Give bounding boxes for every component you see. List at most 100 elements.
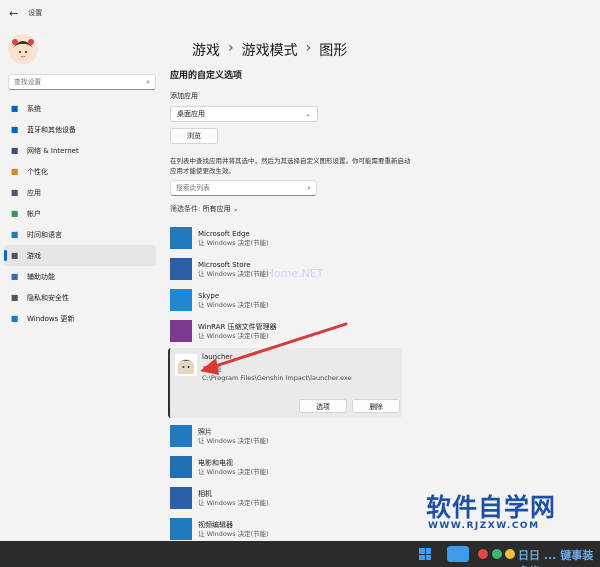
app-text: 视频编辑器让 Windows 决定(节能) <box>198 520 269 539</box>
sidebar-item-6[interactable]: ■ 时间和语言 <box>4 224 156 245</box>
launcher-icon <box>175 354 197 376</box>
bluetooth-icon: ■ <box>10 125 19 134</box>
breadcrumb: 游戏 › 游戏模式 › 图形 <box>192 40 347 60</box>
monitor-icon: ■ <box>10 104 19 113</box>
options-button[interactable]: 选项 <box>299 399 347 413</box>
section-title: 应用的自定义选项 <box>170 71 243 81</box>
settings-search-input[interactable] <box>14 78 147 86</box>
app-name: Skype <box>198 291 220 300</box>
search-icon[interactable]: ⌕ <box>307 184 311 193</box>
add-app-label: 添加应用 <box>170 92 198 100</box>
winrar-icon <box>170 320 192 342</box>
store-icon <box>170 258 192 280</box>
sidebar-item-label: 隐私和安全性 <box>27 293 69 302</box>
sidebar-nav: ■ 系统 ■ 蓝牙和其他设备 ■ 网络 & Internet ■ 个性化 ■ 应用 ■ 帐户 ■ 时间和语… <box>4 98 156 329</box>
sidebar-item-label: 蓝牙和其他设备 <box>27 125 76 134</box>
app-status: 让 Windows 决定(节能) <box>198 300 269 309</box>
sidebar-item-0[interactable]: ■ 系统 <box>4 98 156 119</box>
sidebar-item-label: 辅助功能 <box>27 272 55 281</box>
update-icon: ■ <box>10 314 19 323</box>
description-text: 在列表中查找应用并将其选中，然后为其选择自定义图形设置。你可能需要重新启动应用才… <box>170 157 411 175</box>
sidebar-item-7[interactable]: ■ 游戏 <box>4 245 156 266</box>
sidebar-item-2[interactable]: ■ 网络 & Internet <box>4 140 156 161</box>
sidebar-item-label: 时间和语言 <box>27 230 62 239</box>
app-text: WinRAR 压缩文件管理器让 Windows 决定(节能) <box>198 322 277 341</box>
skype-icon <box>170 289 192 311</box>
green-circle-icon <box>492 549 502 559</box>
app-text: Microsoft Edge 让 Windows 决定(节能) <box>198 229 269 248</box>
taskbar: 日日 ... 键事装多修 <box>0 541 600 567</box>
accessibility-icon: ■ <box>10 272 19 281</box>
sidebar-item-label: 应用 <box>27 188 41 197</box>
expanded-app-name: launcher <box>202 353 233 361</box>
sidebar: ⌕ ■ 系统 ■ 蓝牙和其他设备 ■ 网络 & Internet ■ 个性化 ■ 应用 ■ 帐户 ■ 时间… <box>0 26 160 536</box>
breadcrumb-item-gaming[interactable]: 游戏 <box>192 40 220 60</box>
photos-icon <box>170 425 192 447</box>
app-name: 视频编辑器 <box>198 520 233 529</box>
app-status: 让 Windows 决定(节能) <box>198 331 269 340</box>
twitter-bird-icon[interactable] <box>447 546 469 562</box>
brush-icon: ■ <box>10 167 19 176</box>
sidebar-item-4[interactable]: ■ 应用 <box>4 182 156 203</box>
sidebar-item-9[interactable]: ■ 隐私和安全性 <box>4 287 156 308</box>
sidebar-item-8[interactable]: ■ 辅助功能 <box>4 266 156 287</box>
sidebar-item-5[interactable]: ■ 帐户 <box>4 203 156 224</box>
list-search-box[interactable]: ⌕ <box>170 180 317 196</box>
yellow-circle-icon <box>505 549 515 559</box>
app-status: 让 Windows 决定(节能) <box>198 436 269 445</box>
app-type-dropdown[interactable]: 桌面应用 ⌄ <box>170 106 318 122</box>
app-row[interactable]: 相机让 Windows 决定(节能) <box>170 484 402 512</box>
app-name: 照片 <box>198 427 212 436</box>
sidebar-item-3[interactable]: ■ 个性化 <box>4 161 156 182</box>
faint-watermark: rjHome.NET <box>258 267 324 280</box>
app-text: 相机让 Windows 决定(节能) <box>198 489 269 508</box>
app-status: 让 Windows 决定(节能) <box>198 529 269 538</box>
expanded-app-status: 高性能 <box>202 365 222 373</box>
browse-button[interactable]: 浏览 <box>170 128 218 144</box>
main-content: 游戏 › 游戏模式 › 图形 应用的自定义选项 添加应用 桌面应用 ⌄ 浏览 在… <box>160 26 600 540</box>
site-logo: 软件自学网 <box>426 493 557 522</box>
app-status: 让 Windows 决定(节能) <box>198 498 269 507</box>
sidebar-item-label: 游戏 <box>27 251 41 260</box>
delete-button[interactable]: 删除 <box>352 399 400 413</box>
gamepad-icon: ■ <box>10 251 19 260</box>
sidebar-item-label: 系统 <box>27 104 41 113</box>
sidebar-item-label: 个性化 <box>27 167 48 176</box>
camera-icon <box>170 487 192 509</box>
app-name: Microsoft Edge <box>198 229 250 238</box>
list-search-input[interactable] <box>176 184 308 192</box>
avatar[interactable] <box>8 34 38 64</box>
dropdown-value: 桌面应用 <box>177 110 205 118</box>
settings-search-box[interactable]: ⌕ <box>8 74 156 90</box>
sidebar-item-1[interactable]: ■ 蓝牙和其他设备 <box>4 119 156 140</box>
window-title: 设置 <box>28 9 43 17</box>
filter-value[interactable]: 所有应用 <box>203 205 231 213</box>
app-row[interactable]: 电影和电视让 Windows 决定(节能) <box>170 453 402 481</box>
network-icon: ■ <box>10 146 19 155</box>
app-name: 相机 <box>198 489 212 498</box>
chevron-down-icon: ⌄ <box>232 205 239 213</box>
back-arrow-icon[interactable]: ← <box>9 7 18 20</box>
app-row[interactable]: 视频编辑器让 Windows 决定(节能) <box>170 515 402 543</box>
filter-control[interactable]: 筛选条件: 所有应用 ⌄ <box>170 204 239 214</box>
search-icon[interactable]: ⌕ <box>146 78 150 87</box>
taskbar-watermark-text: 日日 ... 键事装多修 <box>518 549 594 567</box>
windows-start-icon[interactable] <box>419 548 431 560</box>
app-row[interactable]: 照片让 Windows 决定(节能) <box>170 422 402 450</box>
red-circle-icon <box>478 549 488 559</box>
movies-icon <box>170 456 192 478</box>
filter-prefix: 筛选条件: <box>170 205 201 213</box>
app-row[interactable]: WinRAR 压缩文件管理器让 Windows 决定(节能) <box>170 317 402 345</box>
breadcrumb-item-game-mode[interactable]: 游戏模式 <box>242 40 298 60</box>
title-bar: ← 设置 <box>0 0 600 26</box>
sidebar-item-label: 帐户 <box>27 209 41 218</box>
expanded-app-card[interactable]: launcher 高性能 C:\Program Files\Genshin Im… <box>168 348 402 418</box>
app-row[interactable]: Skype 让 Windows 决定(节能) <box>170 286 402 314</box>
chevron-down-icon: ⌄ <box>305 110 311 118</box>
sidebar-item-label: Windows 更新 <box>27 314 75 323</box>
app-text: Skype 让 Windows 决定(节能) <box>198 291 269 310</box>
app-status: 让 Windows 决定(节能) <box>198 467 269 476</box>
sidebar-item-10[interactable]: ■ Windows 更新 <box>4 308 156 329</box>
app-text: 照片让 Windows 决定(节能) <box>198 427 269 446</box>
app-row[interactable]: Microsoft Edge 让 Windows 决定(节能) <box>170 224 402 252</box>
